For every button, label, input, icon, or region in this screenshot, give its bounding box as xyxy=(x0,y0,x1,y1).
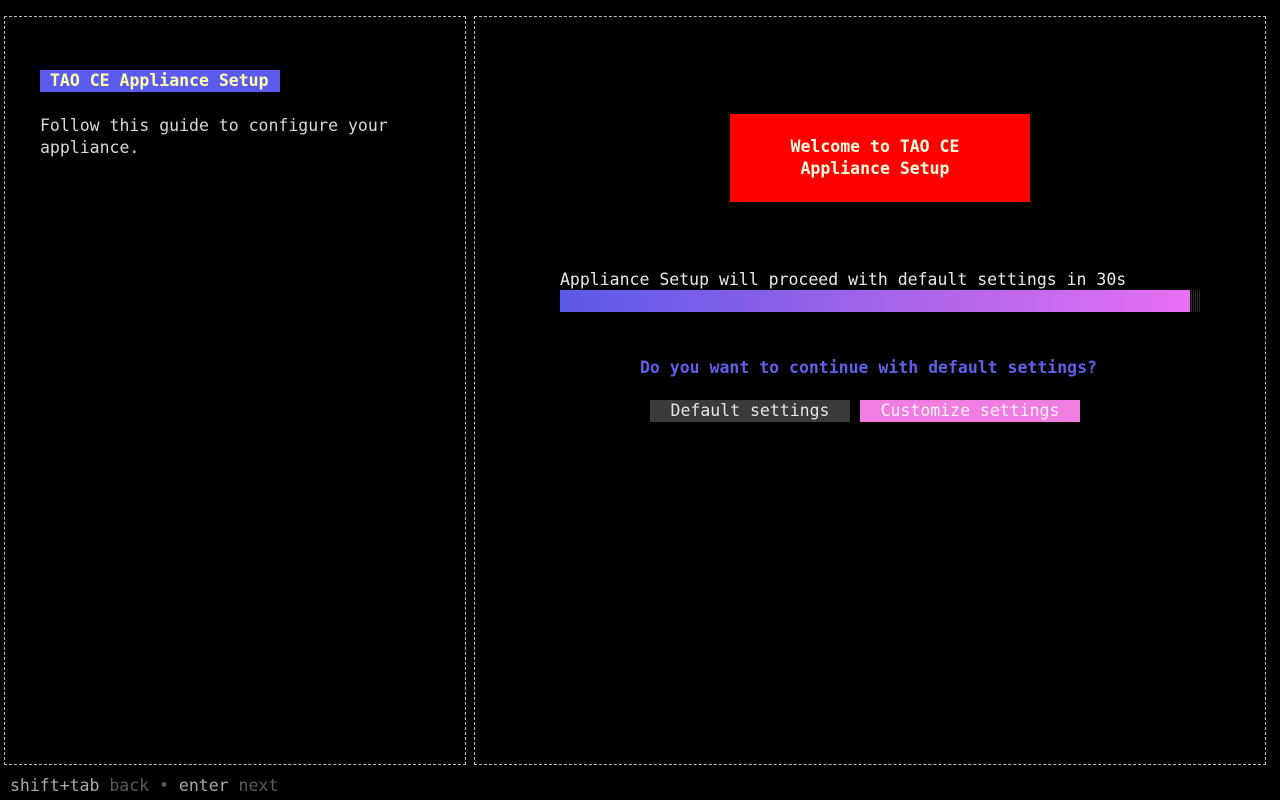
back-key-hint: shift+tab xyxy=(10,776,100,795)
countdown-text: Appliance Setup will proceed with defaul… xyxy=(560,270,1127,289)
default-settings-question: Do you want to continue with default set… xyxy=(640,358,1097,377)
sidebar-description: Follow this guide to configure your appl… xyxy=(40,116,388,157)
hint-separator: • xyxy=(159,776,169,795)
welcome-title: Welcome to TAO CE Appliance Setup xyxy=(790,137,960,178)
key-hints-footer: shift+tab back • enter next xyxy=(10,775,278,797)
next-key-hint: enter xyxy=(178,776,229,795)
back-key-label: back xyxy=(109,776,150,795)
sidebar-title: TAO CE Appliance Setup xyxy=(40,70,280,92)
welcome-banner: Welcome to TAO CE Appliance Setup xyxy=(730,114,1030,202)
countdown-progress-bar xyxy=(560,290,1200,312)
customize-settings-button[interactable]: Customize settings xyxy=(860,400,1080,422)
default-settings-button[interactable]: Default settings xyxy=(650,400,850,422)
countdown-progress-fill xyxy=(560,290,1190,312)
next-key-label: next xyxy=(238,776,279,795)
